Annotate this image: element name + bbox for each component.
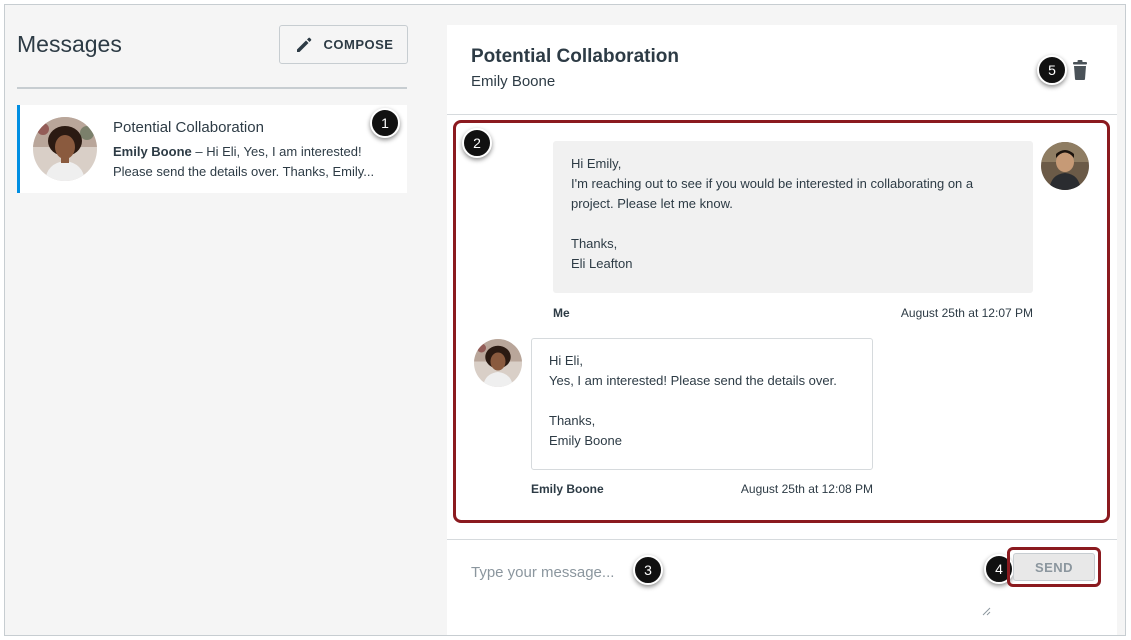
message-line: project. Please let me know. [571,196,733,211]
conversation-subject: Potential Collaboration [113,119,264,136]
conversation-title: Potential Collaboration [471,46,679,67]
message-line: Hi Emily, [571,156,622,171]
conversation-sender: Emily Boone [113,144,192,159]
callout-2: 2 [462,128,492,158]
message-author: Emily Boone [531,482,604,496]
reply-area: 3 4 SEND [447,539,1117,635]
conversation-participant: Emily Boone [471,73,556,90]
message-line: Emily Boone [549,433,622,448]
message-thread: 2 Hi Emily, I'm reaching out to see if y… [453,120,1110,523]
divider [17,87,407,89]
page-title: Messages [17,31,122,57]
avatar [474,339,522,387]
message-bubble-outgoing: Hi Emily, I'm reaching out to see if you… [553,141,1033,293]
avatar [33,117,97,181]
message-line: Yes, I am interested! Please send the de… [549,373,837,388]
conversation-header: Potential Collaboration Emily Boone 5 [447,25,1117,115]
message-line: Eli Leafton [571,256,633,271]
callout-3: 3 [633,555,663,585]
message-line: Thanks, [549,413,596,428]
compose-label: COMPOSE [323,37,394,52]
resize-handle-icon[interactable] [981,606,991,616]
message-input[interactable] [471,560,871,584]
callout-5: 5 [1037,55,1067,85]
preview-line-2: Please send the details over. Thanks, Em… [113,164,375,179]
message-line: Thanks, [571,236,618,251]
conversation-list-pane: Messages COMPOSE Potential Collaboration… [5,5,425,635]
avatar [1041,142,1089,190]
callout-1: 1 [370,108,400,138]
send-highlight: SEND [1007,547,1101,587]
conversation-list-item[interactable]: Potential Collaboration Emily Boone – Hi… [17,105,407,193]
message-line: I'm reaching out to see if you would be … [571,176,974,191]
app-frame: Messages COMPOSE Potential Collaboration… [4,4,1126,636]
conversation-preview: Emily Boone – Hi Eli, Yes, I am interest… [113,142,398,182]
preview-line-1: – Hi Eli, Yes, I am interested! [191,144,362,159]
pencil-icon [296,37,311,52]
send-button[interactable]: SEND [1013,553,1095,581]
message-timestamp: August 25th at 12:08 PM [740,482,873,496]
compose-button[interactable]: COMPOSE [279,25,408,64]
message-bubble-incoming: Hi Eli, Yes, I am interested! Please sen… [531,338,873,470]
conversation-pane: Potential Collaboration Emily Boone 5 2 … [447,25,1117,635]
message-timestamp: August 25th at 12:07 PM [900,306,1033,320]
message-author: Me [553,306,570,320]
message-line: Hi Eli, [549,353,583,368]
trash-icon[interactable] [1069,59,1091,81]
